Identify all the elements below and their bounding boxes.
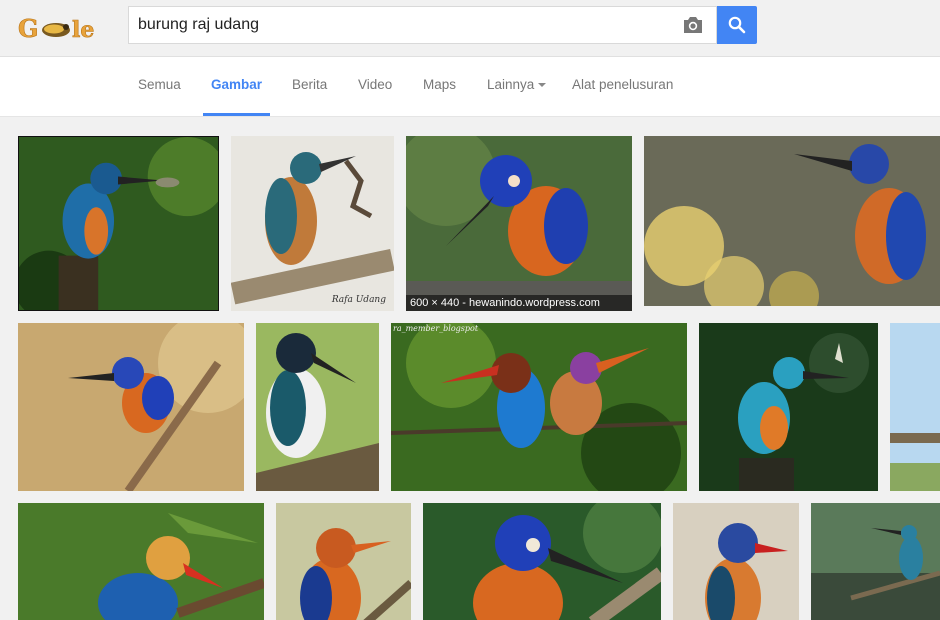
image-result[interactable]: [423, 503, 661, 620]
camera-icon[interactable]: [681, 15, 705, 35]
image-result[interactable]: [18, 136, 219, 311]
tab-news[interactable]: Berita: [292, 57, 327, 116]
google-logo[interactable]: G le: [18, 13, 108, 45]
image-result[interactable]: 600 × 440 - hewanindo.wordpress.com: [406, 136, 632, 311]
tab-images[interactable]: Gambar: [202, 57, 271, 116]
search-button[interactable]: [717, 6, 757, 44]
tab-video[interactable]: Video: [358, 57, 392, 116]
image-result[interactable]: [699, 323, 878, 491]
image-result[interactable]: [811, 503, 940, 620]
header: G le: [0, 0, 940, 57]
tab-more-label: Lainnya: [487, 77, 535, 92]
svg-text:G: G: [18, 14, 39, 43]
tab-search-tools[interactable]: Alat penelusuran: [572, 57, 673, 116]
chevron-down-icon: [538, 83, 547, 88]
search-tabs: Semua Gambar Berita Video Maps Lainnya A…: [0, 57, 940, 117]
image-result[interactable]: [18, 503, 264, 620]
image-result[interactable]: [890, 323, 940, 491]
tab-more[interactable]: Lainnya: [487, 57, 547, 116]
image-watermark: ra_member_blogspot: [393, 324, 479, 333]
image-result[interactable]: [673, 503, 799, 620]
image-result[interactable]: Rafa Udang: [231, 136, 394, 311]
image-result[interactable]: ra_member_blogspot: [391, 323, 687, 491]
search-box: [128, 6, 717, 44]
image-result[interactable]: [644, 136, 940, 306]
svg-text:le: le: [72, 17, 94, 43]
image-result[interactable]: [18, 323, 244, 491]
image-result[interactable]: [256, 323, 379, 491]
google-logo-icon: G le: [18, 14, 95, 44]
tab-maps[interactable]: Maps: [423, 57, 456, 116]
tab-all[interactable]: Semua: [138, 57, 181, 116]
image-result[interactable]: [276, 503, 411, 620]
search-input[interactable]: [138, 7, 668, 43]
image-watermark: Rafa Udang: [331, 295, 386, 305]
search-icon: [728, 16, 746, 34]
image-size-caption: 600 × 440 - hewanindo.wordpress.com: [406, 295, 632, 311]
image-results-grid: Rafa Udang 600 × 440 - hewanindo.wordpre…: [0, 117, 940, 620]
